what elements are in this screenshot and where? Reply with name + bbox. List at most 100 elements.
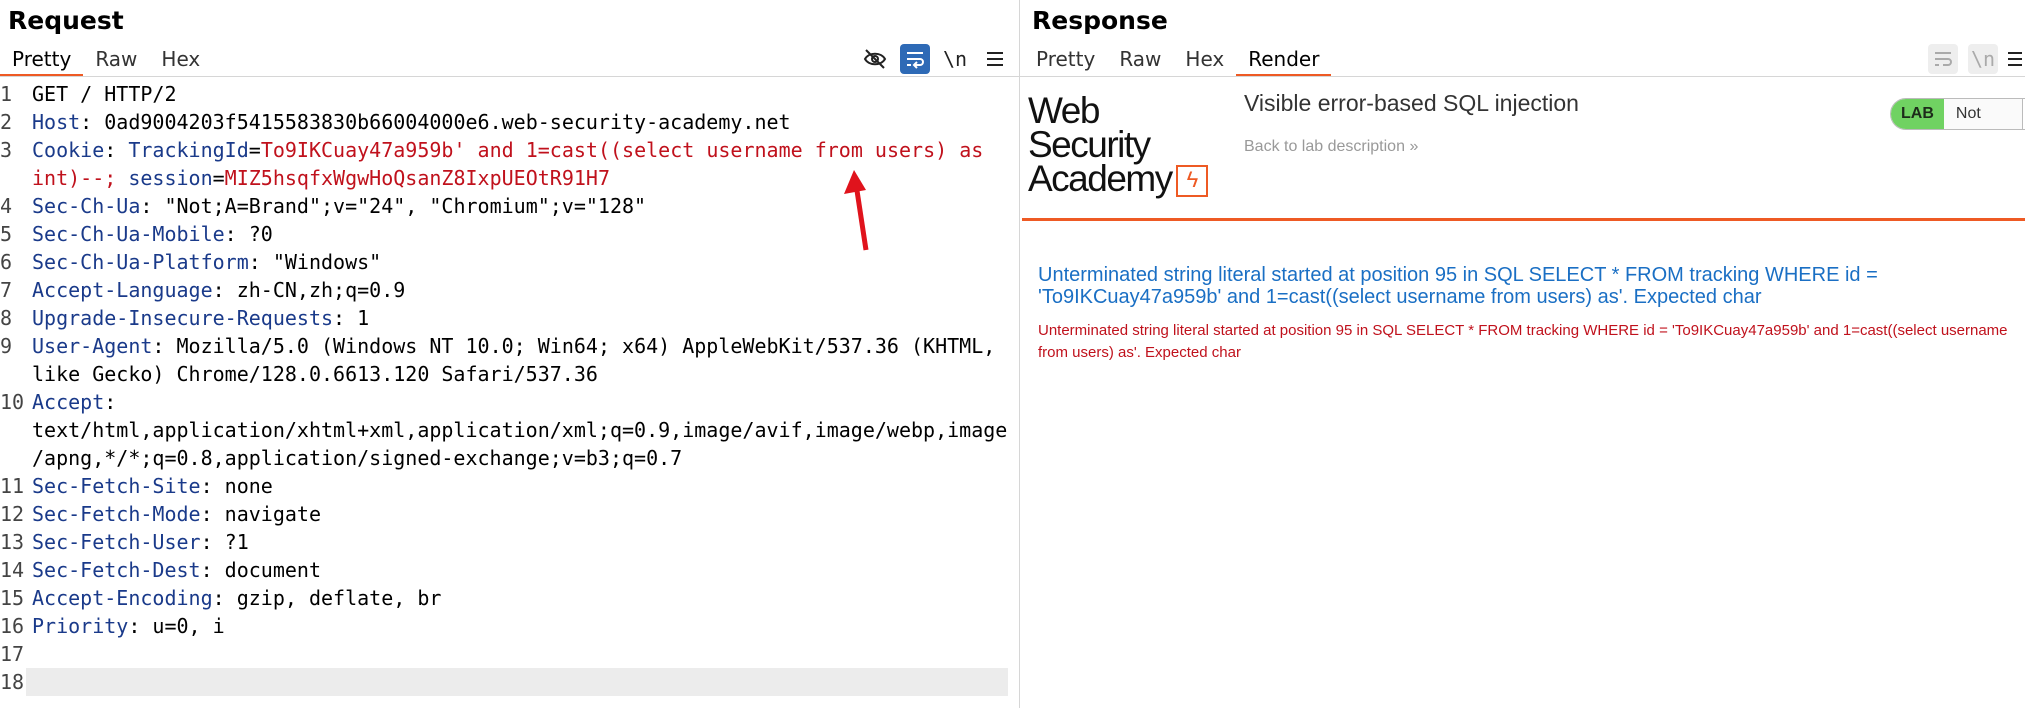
tabs-divider <box>1020 76 2025 77</box>
header-value: : 1 <box>333 306 370 330</box>
header-key: Upgrade-Insecure-Requests <box>32 306 334 330</box>
status-text: Not solved <box>1943 99 2022 129</box>
error-detail: Unterminated string literal started at p… <box>1038 322 2008 361</box>
newline-icon[interactable]: \n <box>940 44 970 74</box>
header-value: : navigate <box>200 502 321 526</box>
response-tabs: Pretty Raw Hex Render <box>1024 44 1332 77</box>
line-content: Sec-Fetch-Mode: navigate <box>32 500 321 528</box>
highlighted-value: To9IKCuay47a959b' and 1=cast((select use… <box>260 138 984 162</box>
line-number: 1 <box>0 82 13 106</box>
line-number: 10 <box>0 390 25 414</box>
header-key: Sec-Fetch-Mode <box>32 502 201 526</box>
response-panel: Response Pretty Raw Hex Render \n Web Se… <box>1020 0 2025 708</box>
current-line-highlight <box>26 668 1008 696</box>
line-content: User-Agent: Mozilla/5.0 (Windows NT 10.0… <box>32 332 995 360</box>
tab-hex[interactable]: Hex <box>149 44 212 74</box>
tab-hex[interactable]: Hex <box>1173 44 1236 74</box>
line-number: 14 <box>0 558 25 582</box>
line-number: 11 <box>0 474 25 498</box>
line-number: 7 <box>0 278 13 302</box>
header-value: : gzip, deflate, br <box>212 586 442 610</box>
line-content: int)--; session=MIZ5hsqfxWgwHoQsanZ8IxpU… <box>32 164 610 192</box>
line-content: Sec-Ch-Ua-Platform: "Windows" <box>32 248 381 276</box>
header-value: = <box>212 166 225 190</box>
chevron-right-icon: » <box>1409 138 1419 155</box>
line-number: 17 <box>0 642 25 666</box>
header-value: : 0ad9004203f5415583830b66004000e6.web-s… <box>80 110 791 134</box>
header-value: : ?0 <box>224 222 273 246</box>
header-divider <box>1022 218 2025 221</box>
line-content: Upgrade-Insecure-Requests: 1 <box>32 304 369 332</box>
line-content: Accept: <box>32 388 116 416</box>
header-value: : "Not;A=Brand";v="24", "Chromium";v="12… <box>140 194 647 218</box>
logo-line1: Web Security <box>1028 90 1151 165</box>
header-value: : ?1 <box>200 530 249 554</box>
header-value: : zh-CN,zh;q=0.9 <box>212 278 406 302</box>
tab-render[interactable]: Render <box>1236 44 1332 77</box>
flask-icon[interactable]: ⚗ <box>2021 99 2025 129</box>
menu-icon[interactable] <box>980 44 1010 74</box>
header-key: session <box>128 166 213 190</box>
line-content: Sec-Ch-Ua-Mobile: ?0 <box>32 220 273 248</box>
line-content: Accept-Language: zh-CN,zh;q=0.9 <box>32 276 405 304</box>
line-content: Cookie: TrackingId=To9IKCuay47a959b' and… <box>32 136 983 164</box>
line-content: Sec-Ch-Ua: "Not;A=Brand";v="24", "Chromi… <box>32 192 646 220</box>
header-key: Sec-Fetch-User <box>32 530 201 554</box>
logo-line2: Academy <box>1028 158 1173 199</box>
line-number: 12 <box>0 502 25 526</box>
header-key: Sec-Ch-Ua-Mobile <box>32 222 225 246</box>
header-value: : none <box>200 474 273 498</box>
back-to-lab-link[interactable]: Back to lab description » <box>1244 138 1418 156</box>
header-value: : document <box>200 558 321 582</box>
line-number: 4 <box>0 194 13 218</box>
response-title: Response <box>1032 6 1168 35</box>
red-arrow-annotation <box>844 170 869 251</box>
header-value: /apng,*/*;q=0.8,application/signed-excha… <box>32 446 683 470</box>
header-key: Sec-Fetch-Site <box>32 474 201 498</box>
wrap-icon[interactable] <box>900 44 930 74</box>
line-content: Host: 0ad9004203f5415583830b66004000e6.w… <box>32 108 791 136</box>
header-value: GET / HTTP/2 <box>32 82 177 106</box>
header-key: Accept <box>32 390 105 414</box>
lab-label: LAB <box>1891 99 1944 129</box>
tab-raw[interactable]: Raw <box>83 44 149 74</box>
line-content: GET / HTTP/2 <box>32 80 177 108</box>
header-value: like Gecko) Chrome/128.0.6613.120 Safari… <box>32 362 598 386</box>
lab-status-badge: LAB Not solved ⚗ <box>1890 98 2025 130</box>
rendered-page: Web Security Academy ϟ Visible error-base… <box>1022 80 2025 708</box>
header-key: Priority <box>32 614 129 638</box>
request-tabs: Pretty Raw Hex <box>0 44 212 77</box>
line-content: /apng,*/*;q=0.8,application/signed-excha… <box>32 444 682 472</box>
tab-raw[interactable]: Raw <box>1107 44 1173 74</box>
line-number: 18 <box>0 670 25 694</box>
header-value: : Mozilla/5.0 (Windows NT 10.0; Win64; x… <box>152 334 996 358</box>
tabs-divider <box>0 76 1019 77</box>
line-content: text/html,application/xhtml+xml,applicat… <box>32 416 1007 444</box>
line-number: 3 <box>0 138 13 162</box>
header-value: : <box>104 138 129 162</box>
tab-pretty[interactable]: Pretty <box>1024 44 1107 74</box>
request-toolbar: \n <box>860 44 1010 74</box>
highlighted-value: MIZ5hsqfxWgwHoQsanZ8IxpUEOtR91H7 <box>224 166 610 190</box>
line-number: 6 <box>0 250 13 274</box>
line-content: Priority: u=0, i <box>32 612 225 640</box>
line-number: 16 <box>0 614 25 638</box>
back-link-label: Back to lab description <box>1244 138 1405 155</box>
header-key: Cookie <box>32 138 105 162</box>
menu-icon[interactable] <box>2008 44 2022 74</box>
line-content: Sec-Fetch-User: ?1 <box>32 528 249 556</box>
header-key: Accept-Language <box>32 278 213 302</box>
error-heading: Unterminated string literal started at p… <box>1038 264 1878 308</box>
wrap-icon[interactable] <box>1928 44 1958 74</box>
highlighted-value: int)--; <box>32 166 129 190</box>
line-content: Sec-Fetch-Dest: document <box>32 556 321 584</box>
line-number: 13 <box>0 530 25 554</box>
line-number: 2 <box>0 110 13 134</box>
header-key: Host <box>32 110 81 134</box>
newline-icon[interactable]: \n <box>1968 44 1998 74</box>
eye-slash-icon[interactable] <box>860 44 890 74</box>
line-content: Accept-Encoding: gzip, deflate, br <box>32 584 441 612</box>
request-title: Request <box>8 6 124 35</box>
header-key: Sec-Ch-Ua <box>32 194 141 218</box>
tab-pretty[interactable]: Pretty <box>0 44 84 77</box>
